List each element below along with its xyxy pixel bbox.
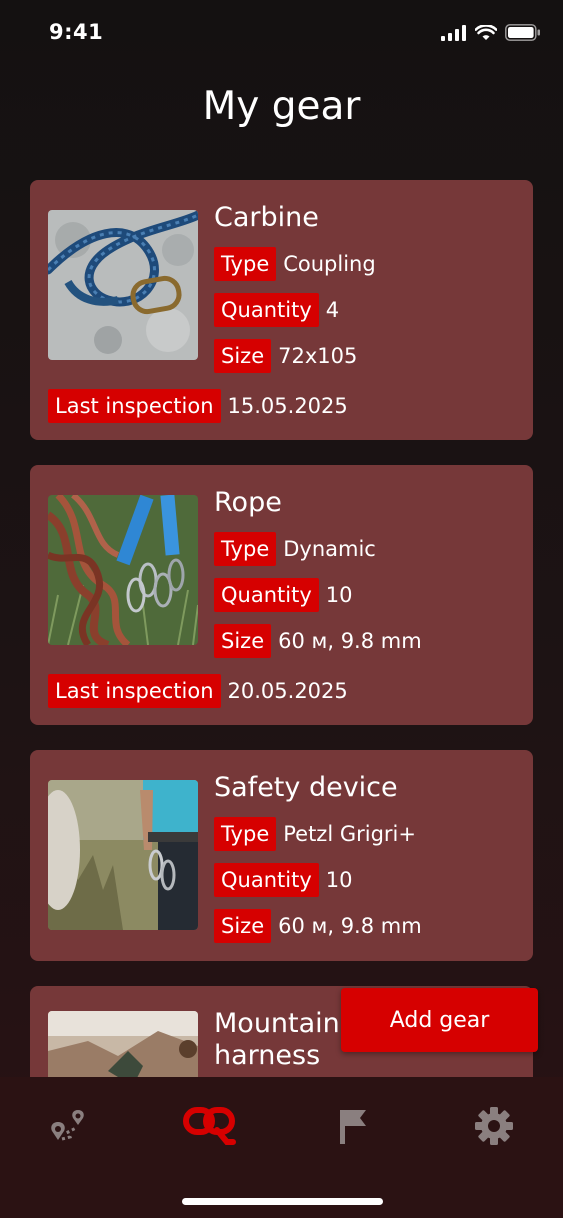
wifi-icon (475, 24, 497, 40)
tab-bar (0, 1077, 563, 1218)
quantity-value: 10 (325, 583, 353, 607)
type-tag: Type (214, 817, 277, 851)
gear-name-line2: harness (214, 1040, 321, 1071)
quantity-field: Quantity 10 (214, 863, 352, 897)
tab-flag[interactable] (322, 1101, 382, 1151)
gear-name: Mountain harness (214, 1008, 340, 1072)
inspection-field: Last inspection 20.05.2025 (48, 674, 348, 708)
gear-photo-rope (48, 495, 198, 645)
quantity-tag: Quantity (214, 578, 319, 612)
inspection-value: 15.05.2025 (227, 394, 348, 418)
size-value: 60 м, 9.8 mm (278, 914, 422, 938)
size-tag: Size (214, 624, 272, 658)
type-field: Type Petzl Grigri+ (214, 817, 416, 851)
size-tag: Size (214, 909, 272, 943)
inspection-field: Last inspection 15.05.2025 (48, 389, 348, 423)
tab-routes[interactable] (38, 1101, 98, 1151)
type-tag: Type (214, 247, 277, 281)
gear-card-rope[interactable]: Rope Type Dynamic Quantity 10 Size 60 м,… (30, 465, 533, 725)
gear-card-safety-device[interactable]: Safety device Type Petzl Grigri+ Quantit… (30, 750, 533, 961)
page-title: My gear (202, 84, 361, 129)
gear-name-line1: Mountain (214, 1008, 340, 1039)
battery-icon (505, 24, 540, 41)
gear-list[interactable]: Carbine Type Coupling Quantity 4 Size 72… (0, 180, 563, 1077)
gear-photo-mountain-harness (48, 1011, 198, 1077)
carabiner-gear-icon (183, 1107, 236, 1145)
map-pin-route-icon (51, 1110, 84, 1141)
tab-settings[interactable] (464, 1101, 524, 1151)
type-field: Type Coupling (214, 247, 376, 281)
status-bar: 9:41 (0, 0, 563, 70)
flag-icon (340, 1110, 366, 1144)
add-gear-button[interactable]: Add gear (341, 988, 538, 1052)
type-field: Type Dynamic (214, 532, 376, 566)
gear-photo-safety-device (48, 780, 198, 930)
type-value: Coupling (283, 252, 376, 276)
gear-photo-carbine (48, 210, 198, 360)
inspection-tag: Last inspection (48, 389, 221, 423)
status-time: 9:41 (49, 20, 104, 44)
cellular-signal-icon (441, 24, 466, 41)
type-tag: Type (214, 532, 277, 566)
quantity-field: Quantity 10 (214, 578, 352, 612)
type-value: Petzl Grigri+ (283, 822, 416, 846)
inspection-tag: Last inspection (48, 674, 221, 708)
quantity-tag: Quantity (214, 293, 319, 327)
size-field: Size 60 м, 9.8 mm (214, 909, 422, 943)
gear-name: Carbine (214, 202, 319, 233)
gear-name: Rope (214, 487, 282, 518)
gear-card-carbine[interactable]: Carbine Type Coupling Quantity 4 Size 72… (30, 180, 533, 440)
gear-name: Safety device (214, 772, 398, 803)
quantity-value: 10 (325, 868, 353, 892)
quantity-field: Quantity 4 (214, 293, 339, 327)
size-value: 60 м, 9.8 mm (278, 629, 422, 653)
quantity-tag: Quantity (214, 863, 319, 897)
inspection-value: 20.05.2025 (227, 679, 348, 703)
quantity-value: 4 (325, 298, 340, 322)
size-field: Size 60 м, 9.8 mm (214, 624, 422, 658)
size-tag: Size (214, 339, 272, 373)
gear-settings-icon (475, 1107, 513, 1145)
home-indicator (182, 1198, 383, 1205)
status-icons (441, 24, 541, 41)
tab-gear[interactable] (180, 1101, 240, 1151)
type-value: Dynamic (283, 537, 376, 561)
size-field: Size 72x105 (214, 339, 357, 373)
size-value: 72x105 (278, 344, 358, 368)
